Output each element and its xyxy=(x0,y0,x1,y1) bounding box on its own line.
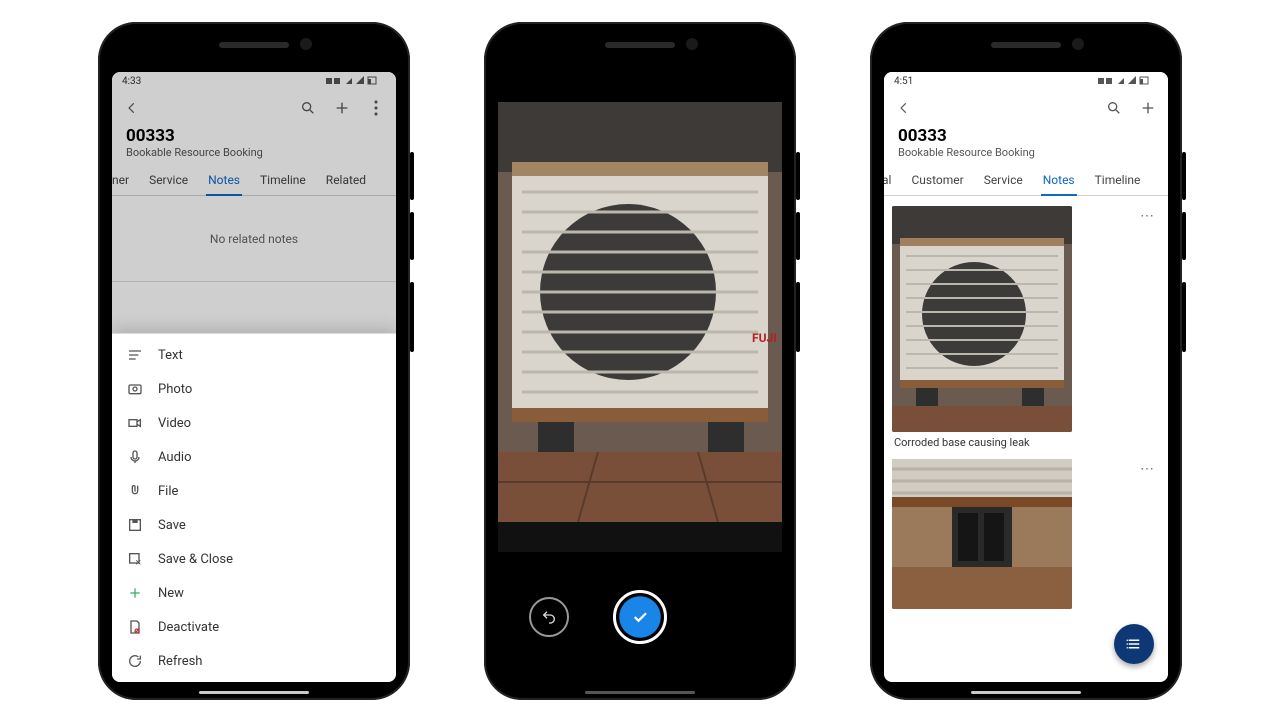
sheet-label: New xyxy=(158,586,184,601)
sheet-label: Refresh xyxy=(158,654,202,669)
notes-list[interactable]: ⋯ xyxy=(884,196,1168,682)
sheet-label: Save & Close xyxy=(158,552,233,567)
sheet-item-text[interactable]: Text xyxy=(112,338,396,372)
phone-front-camera xyxy=(300,38,312,50)
volume-button xyxy=(410,152,414,200)
deactivate-icon xyxy=(126,618,144,636)
record-entity: Bookable Resource Booking xyxy=(884,146,1168,165)
volume-button xyxy=(1182,152,1186,200)
sheet-item-video[interactable]: Video xyxy=(112,406,396,440)
search-icon[interactable] xyxy=(1104,98,1124,118)
sheet-item-deactivate[interactable]: Deactivate xyxy=(112,610,396,644)
sheet-label: File xyxy=(158,484,178,499)
tabs: al Customer Service Notes Timeline xyxy=(884,165,1168,196)
tab-timeline[interactable]: Timeline xyxy=(1085,165,1151,195)
photo-ac-unit: FUJI xyxy=(498,102,782,522)
power-button xyxy=(410,282,414,352)
refresh-icon xyxy=(126,652,144,670)
status-time: 4:51 xyxy=(894,76,913,87)
retake-button[interactable] xyxy=(529,597,569,637)
audio-icon xyxy=(126,448,144,466)
svg-text:FUJI: FUJI xyxy=(752,331,777,345)
screen-b: FUJI xyxy=(498,72,782,682)
tab-notes[interactable]: Notes xyxy=(1033,165,1085,195)
sheet-label: Deactivate xyxy=(158,620,219,635)
sheet-item-photo[interactable]: Photo xyxy=(112,372,396,406)
phone-a: 4:33 00333 Bookable Resource Booking ner xyxy=(98,22,410,700)
photo-ac-base xyxy=(892,459,1072,609)
nav-bar xyxy=(199,691,309,694)
camera-viewfinder: FUJI xyxy=(498,102,782,552)
phone-speaker xyxy=(605,42,675,48)
phone-speaker xyxy=(991,42,1061,48)
record-title: 00333 xyxy=(884,126,1168,146)
phone-speaker xyxy=(219,42,289,48)
action-sheet: Text Photo Video Audio File xyxy=(112,333,396,682)
back-icon[interactable] xyxy=(894,98,914,118)
phone-b: FUJI xyxy=(484,22,796,700)
power-button xyxy=(796,282,800,352)
volume-button-2 xyxy=(410,212,414,260)
power-button xyxy=(1182,282,1186,352)
sheet-item-save[interactable]: Save xyxy=(112,508,396,542)
sheet-item-audio[interactable]: Audio xyxy=(112,440,396,474)
nav-bar xyxy=(585,691,695,694)
sheet-label: Save xyxy=(158,518,186,533)
tab-customer[interactable]: Customer xyxy=(901,165,973,195)
tab-service[interactable]: Service xyxy=(974,165,1033,195)
appbar xyxy=(884,90,1168,126)
add-icon[interactable] xyxy=(1138,98,1158,118)
note-more-icon[interactable]: ⋯ xyxy=(1140,208,1156,224)
sheet-label: Video xyxy=(158,416,191,431)
save-icon xyxy=(126,516,144,534)
file-icon xyxy=(126,482,144,500)
add-note-fab[interactable] xyxy=(1114,624,1154,664)
phone-front-camera xyxy=(686,38,698,50)
volume-button-2 xyxy=(796,212,800,260)
confirm-photo-button[interactable] xyxy=(613,590,667,644)
note-photo-thumb[interactable] xyxy=(892,459,1072,609)
sheet-item-file[interactable]: File xyxy=(112,474,396,508)
text-icon xyxy=(126,346,144,364)
screen-c: 4:51 00333 Bookable Resource Booking al … xyxy=(884,72,1168,682)
nav-bar xyxy=(971,691,1081,694)
status-icons xyxy=(1095,76,1158,86)
save-close-icon xyxy=(126,550,144,568)
phone-c: 4:51 00333 Bookable Resource Booking al … xyxy=(870,22,1182,700)
sheet-item-save-close[interactable]: Save & Close xyxy=(112,542,396,576)
sheet-label: Photo xyxy=(158,382,192,397)
note-card-2[interactable]: ⋯ xyxy=(892,459,1160,609)
sheet-label: Audio xyxy=(158,450,191,465)
sheet-item-new[interactable]: New xyxy=(112,576,396,610)
note-more-icon[interactable]: ⋯ xyxy=(1140,461,1156,477)
statusbar: 4:51 xyxy=(884,72,1168,90)
photo-icon xyxy=(126,380,144,398)
tab-general-partial[interactable]: al xyxy=(884,165,901,195)
camera-statusbar xyxy=(498,72,782,102)
volume-button xyxy=(796,152,800,200)
note-photo-thumb[interactable] xyxy=(892,206,1072,432)
canvas: 4:33 00333 Bookable Resource Booking ner xyxy=(0,0,1280,720)
camera-controls xyxy=(498,552,782,682)
note-caption: Corroded base causing leak xyxy=(892,432,1160,453)
new-icon xyxy=(126,584,144,602)
screen-a: 4:33 00333 Bookable Resource Booking ner xyxy=(112,72,396,682)
note-card-1[interactable]: ⋯ xyxy=(892,206,1160,453)
photo-ac-unit xyxy=(892,206,1072,432)
sheet-label: Text xyxy=(158,348,183,363)
sheet-item-refresh[interactable]: Refresh xyxy=(112,644,396,678)
volume-button-2 xyxy=(1182,212,1186,260)
video-icon xyxy=(126,414,144,432)
phone-front-camera xyxy=(1072,38,1084,50)
